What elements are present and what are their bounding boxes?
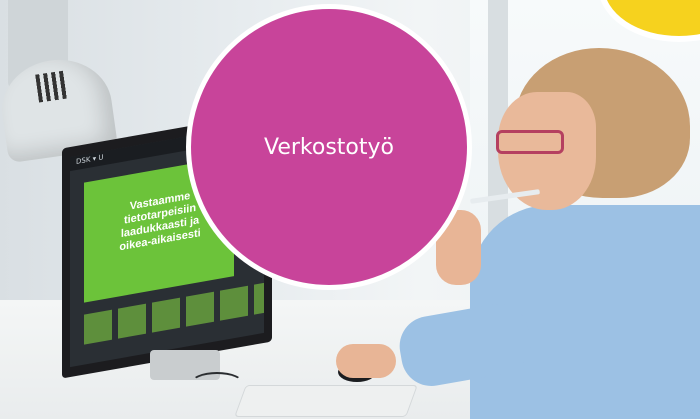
- photo-scene: DSK ▾ U Vastaamme tietotarpeisiin laaduk…: [0, 0, 700, 419]
- screen-app-title: DSK ▾ U: [76, 153, 104, 167]
- circle-label: Verkostotyö: [264, 134, 394, 160]
- glasses: [496, 130, 564, 154]
- verkostotyo-circle[interactable]: Verkostotyö: [186, 4, 472, 290]
- cable: [190, 372, 244, 396]
- keyboard: [234, 385, 418, 417]
- hand-on-mouse: [336, 344, 396, 378]
- lamp-vent: [35, 70, 69, 103]
